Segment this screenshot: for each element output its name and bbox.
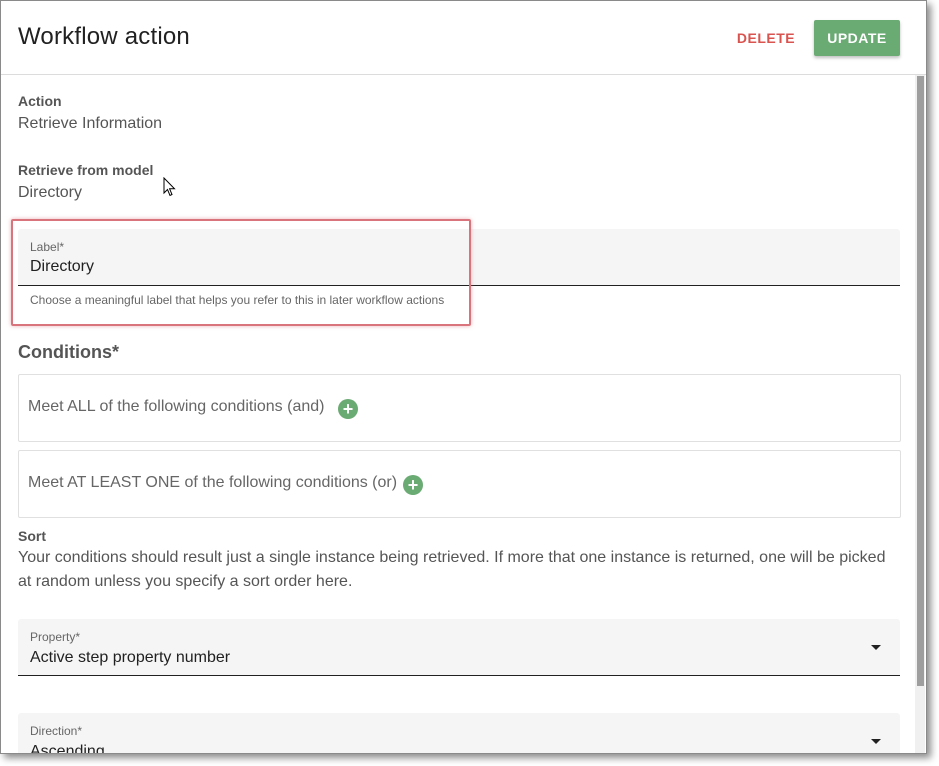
direction-select-label: Direction* [30, 724, 83, 738]
dialog-title: Workflow action [18, 23, 190, 50]
action-label: Action [18, 93, 62, 109]
highlight-annotation [11, 219, 471, 326]
model-label: Retrieve from model [18, 162, 154, 178]
scrollbar-thumb[interactable] [917, 76, 924, 686]
workflow-action-dialog: Workflow action DELETE UPDATE Action Ret… [0, 0, 927, 754]
chevron-down-icon [871, 739, 881, 744]
add-or-condition-icon[interactable]: + [403, 475, 423, 495]
chevron-down-icon [871, 645, 881, 650]
property-select[interactable]: Property* Active step property number [18, 619, 900, 676]
delete-button[interactable]: DELETE [730, 23, 802, 53]
update-button[interactable]: UPDATE [814, 20, 900, 56]
conditions-or-box: Meet AT LEAST ONE of the following condi… [18, 450, 901, 518]
property-select-label: Property* [30, 630, 81, 644]
conditions-or-text: Meet AT LEAST ONE of the following condi… [28, 474, 398, 491]
conditions-title: Conditions* [18, 342, 119, 362]
property-select-value: Active step property number [30, 649, 231, 666]
action-value: Retrieve Information [18, 115, 163, 132]
direction-select[interactable]: Direction* Ascending [18, 713, 900, 754]
model-value: Directory [18, 184, 83, 201]
direction-select-value: Ascending [30, 743, 105, 754]
dialog-content: Action Retrieve Information Retrieve fro… [1, 75, 926, 753]
sort-label: Sort [18, 528, 46, 544]
mouse-cursor-icon [163, 177, 176, 197]
conditions-and-text: Meet ALL of the following conditions (an… [28, 398, 325, 415]
conditions-and-box: Meet ALL of the following conditions (an… [18, 374, 901, 442]
dialog-header: Workflow action DELETE UPDATE [1, 1, 926, 75]
sort-description: Your conditions should result just a sin… [18, 549, 886, 590]
add-and-condition-icon[interactable]: + [338, 399, 358, 419]
